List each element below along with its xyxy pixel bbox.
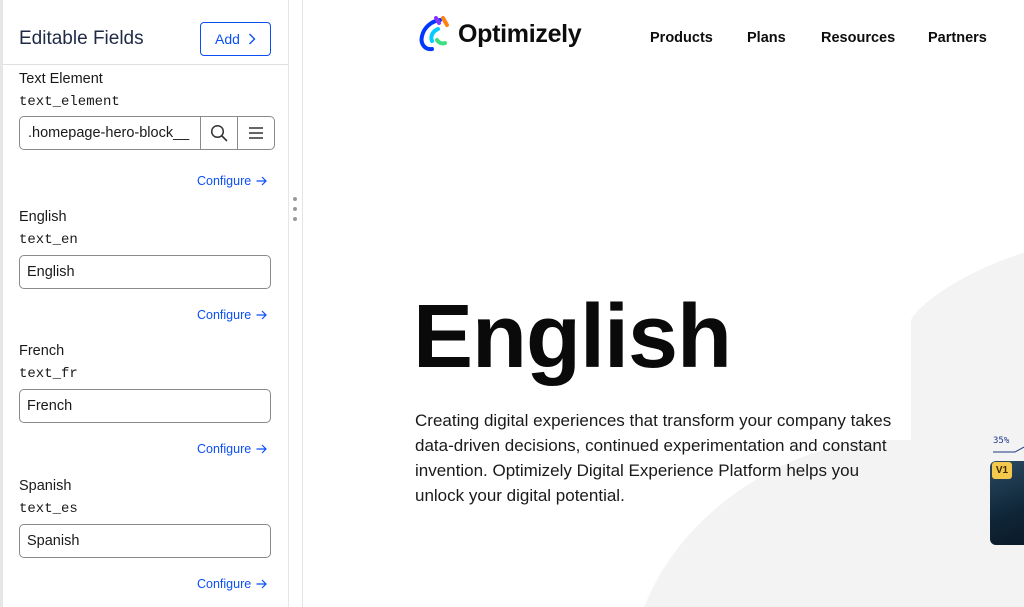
arrow-right-icon <box>256 444 268 454</box>
handle-dot <box>293 217 297 221</box>
field-key: text_element <box>19 94 120 110</box>
add-field-button[interactable]: Add <box>200 22 271 56</box>
panel-resize-handle[interactable] <box>293 197 297 221</box>
field-key: text_es <box>19 501 78 517</box>
field-label: Text Element <box>19 71 103 87</box>
brand-name: Optimizely <box>458 19 582 48</box>
field-label: English <box>19 209 67 225</box>
optimizely-logo-icon <box>419 16 449 52</box>
field-english: English text_en English <box>19 209 275 289</box>
arrow-right-icon <box>256 176 268 186</box>
nav-item-resources[interactable]: Resources <box>821 30 895 46</box>
add-button-label: Add <box>215 31 240 47</box>
chevron-right-icon <box>248 33 256 45</box>
menu-icon <box>249 127 263 139</box>
field-spanish: Spanish text_es Spanish <box>19 478 275 558</box>
configure-label: Configure <box>197 442 252 456</box>
arrow-right-icon <box>256 310 268 320</box>
field-key: text_en <box>19 232 78 248</box>
panel-header: Editable Fields Add <box>3 0 288 65</box>
handle-dot <box>293 197 297 201</box>
arrow-right-icon <box>256 579 268 589</box>
field-label: Spanish <box>19 478 72 494</box>
spanish-text-input[interactable]: Spanish <box>19 524 271 558</box>
selector-row: .homepage-hero-block__ <box>19 116 275 150</box>
french-text-input[interactable]: French <box>19 389 271 423</box>
website-preview: Optimizely Products Plans Resources Part… <box>303 0 1024 607</box>
selector-menu-button[interactable] <box>238 116 275 150</box>
card-stat-label: 35% <box>993 436 1010 446</box>
variant-badge: V1 <box>992 462 1012 479</box>
english-text-input[interactable]: English <box>19 255 271 289</box>
panel-title: Editable Fields <box>19 28 144 49</box>
selector-search-button[interactable] <box>201 116 238 150</box>
nav-item-partners[interactable]: Partners <box>928 30 987 46</box>
nav-item-products[interactable]: Products <box>650 30 713 46</box>
nav-item-plans[interactable]: Plans <box>747 30 786 46</box>
optimizely-logo[interactable]: Optimizely <box>416 16 582 52</box>
selector-input[interactable]: .homepage-hero-block__ <box>19 116 201 150</box>
field-french: French text_fr French <box>19 343 275 423</box>
configure-link-french[interactable]: Configure <box>197 442 268 456</box>
handle-dot <box>293 207 297 211</box>
configure-label: Configure <box>197 174 252 188</box>
configure-link-text-element[interactable]: Configure <box>197 174 268 188</box>
hero-title[interactable]: English <box>413 288 732 387</box>
field-label: French <box>19 343 65 359</box>
search-icon <box>210 124 228 142</box>
editable-fields-panel: Editable Fields Add Text Element text_el… <box>0 0 289 607</box>
stat-line <box>993 446 1024 453</box>
configure-link-english[interactable]: Configure <box>197 308 268 322</box>
field-text-element: Text Element text_element .homepage-hero… <box>19 71 275 150</box>
configure-label: Configure <box>197 577 252 591</box>
configure-link-spanish[interactable]: Configure <box>197 577 268 591</box>
hero-body: Creating digital experiences that transf… <box>415 411 892 505</box>
configure-label: Configure <box>197 308 252 322</box>
field-key: text_fr <box>19 366 78 382</box>
